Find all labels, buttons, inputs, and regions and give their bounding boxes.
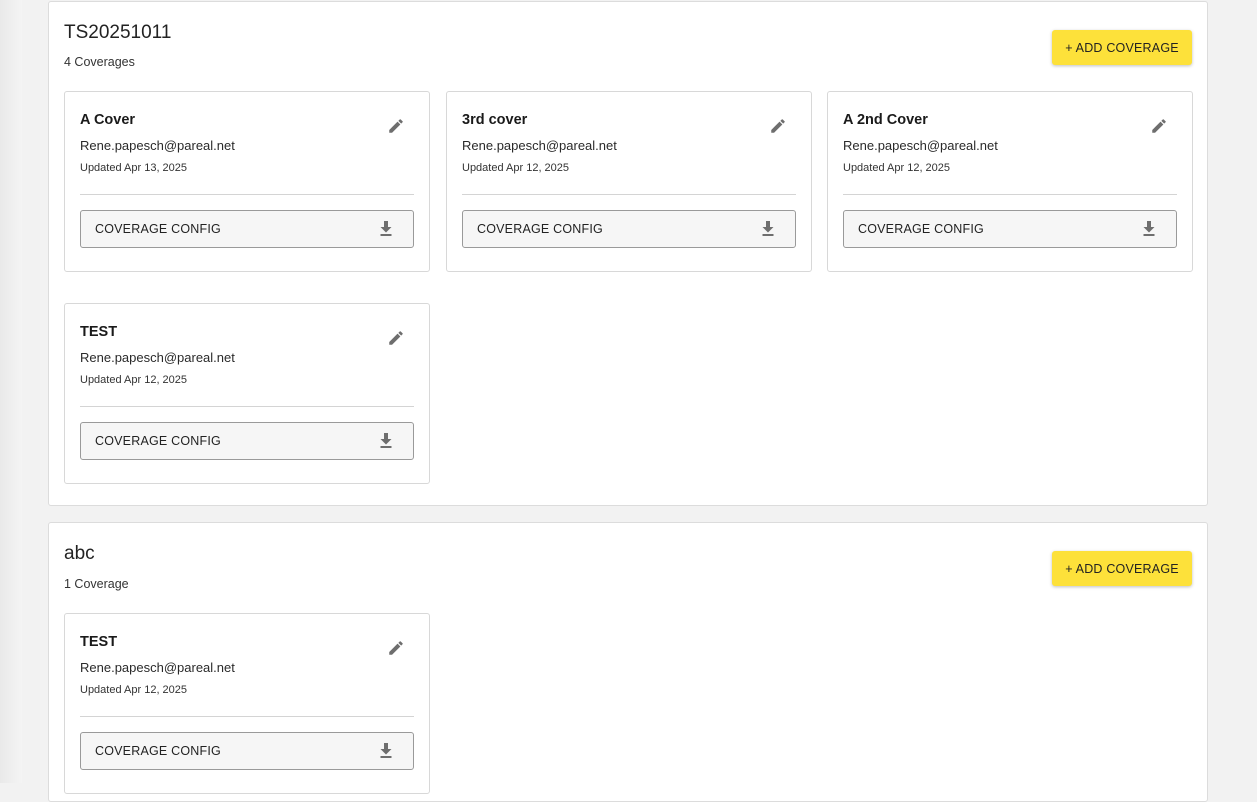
coverage-config-button[interactable]: COVERAGE CONFIG (462, 210, 796, 248)
coverage-card: A 2nd Cover Rene.papesch@pareal.net Upda… (827, 91, 1193, 272)
group-coverage-count: 1 Coverage (64, 577, 129, 591)
coverage-owner-email: Rene.papesch@pareal.net (80, 350, 235, 365)
coverage-owner-email: Rene.papesch@pareal.net (843, 138, 998, 153)
card-divider (843, 194, 1177, 195)
coverage-config-label: COVERAGE CONFIG (95, 222, 221, 236)
download-icon (379, 433, 393, 449)
coverage-title: A Cover (80, 112, 136, 128)
coverage-owner-email: Rene.papesch@pareal.net (80, 138, 235, 153)
coverage-title: TEST (80, 324, 118, 340)
coverage-title: 3rd cover (462, 112, 528, 128)
coverage-updated-date: Updated Apr 12, 2025 (80, 374, 188, 386)
group-title: abc (64, 543, 95, 564)
group-title: TS20251011 (64, 22, 172, 43)
pencil-icon[interactable] (1148, 115, 1170, 137)
coverage-group-abc: abc 1 Coverage + ADD COVERAGE TEST Rene.… (48, 522, 1208, 802)
coverage-card: TEST Rene.papesch@pareal.net Updated Apr… (64, 303, 430, 484)
coverage-config-label: COVERAGE CONFIG (95, 434, 221, 448)
coverage-owner-email: Rene.papesch@pareal.net (462, 138, 617, 153)
card-divider (80, 716, 414, 717)
coverage-group-ts20251011: TS20251011 4 Coverages + ADD COVERAGE A … (48, 1, 1208, 506)
coverage-config-button[interactable]: COVERAGE CONFIG (843, 210, 1177, 248)
coverage-config-button[interactable]: COVERAGE CONFIG (80, 732, 414, 770)
coverage-config-button[interactable]: COVERAGE CONFIG (80, 422, 414, 460)
card-divider (80, 406, 414, 407)
coverage-updated-date: Updated Apr 13, 2025 (80, 162, 188, 174)
coverage-updated-date: Updated Apr 12, 2025 (843, 162, 951, 174)
pencil-icon[interactable] (385, 115, 407, 137)
coverage-config-label: COVERAGE CONFIG (858, 222, 984, 236)
card-divider (80, 194, 414, 195)
download-icon (379, 221, 393, 237)
coverage-config-label: COVERAGE CONFIG (95, 744, 221, 758)
coverage-title: A 2nd Cover (843, 112, 928, 128)
coverage-owner-email: Rene.papesch@pareal.net (80, 660, 235, 675)
pencil-icon[interactable] (385, 637, 407, 659)
card-divider (462, 194, 796, 195)
pencil-icon[interactable] (767, 115, 789, 137)
add-coverage-button[interactable]: + ADD COVERAGE (1052, 30, 1192, 65)
group-coverage-count: 4 Coverages (64, 55, 135, 69)
download-icon (379, 743, 393, 759)
coverage-updated-date: Updated Apr 12, 2025 (462, 162, 570, 174)
left-scroll-gutter (0, 0, 22, 783)
coverage-title: TEST (80, 634, 118, 650)
coverage-card: A Cover Rene.papesch@pareal.net Updated … (64, 91, 430, 272)
download-icon (761, 221, 775, 237)
coverage-config-label: COVERAGE CONFIG (477, 222, 603, 236)
coverage-updated-date: Updated Apr 12, 2025 (80, 684, 188, 696)
coverage-card: TEST Rene.papesch@pareal.net Updated Apr… (64, 613, 430, 794)
coverage-config-button[interactable]: COVERAGE CONFIG (80, 210, 414, 248)
download-icon (1142, 221, 1156, 237)
coverage-card: 3rd cover Rene.papesch@pareal.net Update… (446, 91, 812, 272)
add-coverage-button[interactable]: + ADD COVERAGE (1052, 551, 1192, 586)
pencil-icon[interactable] (385, 327, 407, 349)
